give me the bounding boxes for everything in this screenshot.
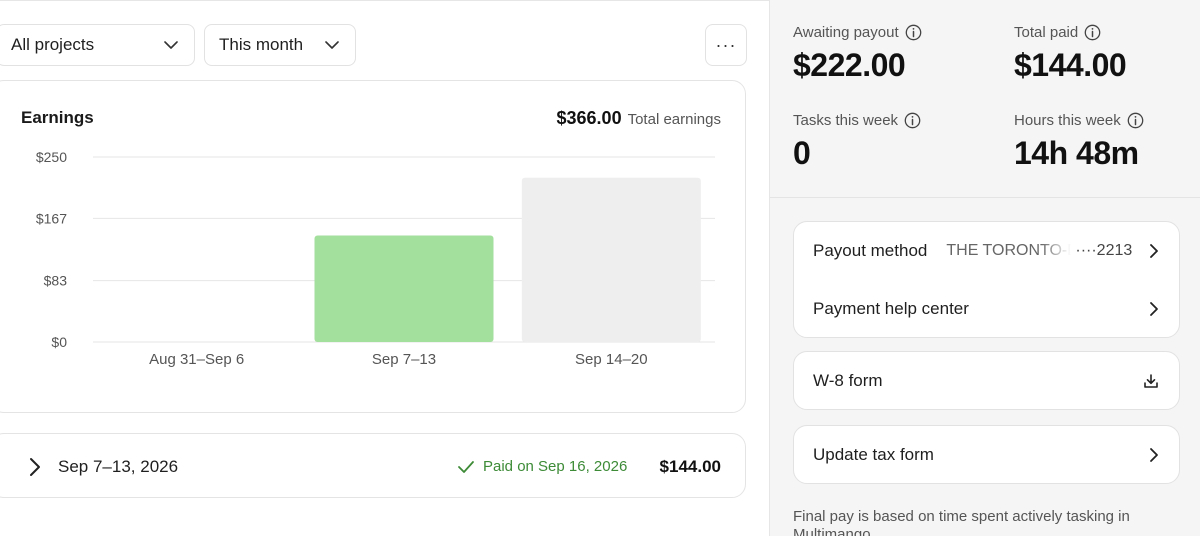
update-tax-form-label: Update tax form	[813, 445, 934, 464]
w8-form-row[interactable]: W-8 form	[794, 352, 1179, 410]
w8-form-card[interactable]: W-8 form	[793, 351, 1180, 410]
chevron-down-icon	[164, 41, 178, 49]
stat-label: Awaiting payout	[793, 24, 899, 41]
x-tick-label: Aug 31–Sep 6	[149, 351, 244, 368]
stat-awaiting-payout: Awaiting payout $222.00	[793, 24, 922, 84]
stat-value: $222.00	[793, 47, 906, 83]
chevron-right-icon	[1150, 302, 1158, 316]
payout-account-mask: ····2213	[1075, 242, 1133, 259]
stat-tasks-this-week: Tasks this week 0	[793, 112, 921, 172]
stat-total-paid: Total paid $144.00	[1014, 24, 1127, 84]
earnings-page: All projects This month ··· Earnings $36…	[0, 0, 1200, 536]
payment-help-center-label: Payment help center	[813, 299, 969, 318]
pay-footnote: Final pay is based on time spent activel…	[793, 508, 1130, 536]
earnings-card: Earnings $366.00 Total earnings $0 $83 $16…	[0, 80, 746, 413]
more-options-button[interactable]: ···	[705, 24, 747, 66]
earnings-bar-chart: $0 $83 $167 $250 Aug 31–Sep 6 Sep 7–13 Sep 14–…	[36, 149, 715, 368]
stat-hours-this-week: Hours this week 14h 48m	[1014, 112, 1144, 172]
download-icon	[1144, 374, 1158, 388]
payout-bank-name: THE TORONTO-DOMINION	[946, 242, 1072, 260]
payout-card: Payout method THE TORONTO-DOMINION ····2…	[793, 221, 1180, 338]
x-tick-label: Sep 14–20	[575, 351, 648, 368]
chevron-right-icon[interactable]	[29, 457, 41, 477]
info-icon[interactable]	[1084, 24, 1101, 41]
stat-value: 14h 48m	[1014, 135, 1139, 171]
summary-panel: Awaiting payout $222.00 Total paid $144.…	[769, 0, 1200, 536]
stat-label: Total paid	[1014, 24, 1079, 41]
update-tax-form-card[interactable]: Update tax form	[793, 425, 1180, 484]
y-tick-label: $250	[36, 149, 67, 165]
y-tick-label: $83	[44, 273, 68, 289]
date-range-dropdown[interactable]: This month	[204, 24, 356, 66]
main-panel: All projects This month ··· Earnings $36…	[0, 0, 770, 536]
summary-divider	[770, 197, 1200, 198]
info-icon[interactable]	[904, 112, 921, 129]
y-tick-label: $0	[51, 334, 67, 350]
chevron-right-icon	[1150, 244, 1158, 258]
payment-status-text: Paid on Sep 16, 2026	[483, 458, 628, 475]
project-filter-dropdown[interactable]: All projects	[0, 24, 195, 66]
stat-label: Tasks this week	[793, 112, 899, 129]
payment-row[interactable]: Sep 7–13, 2026 Paid on Sep 16, 2026 $144…	[0, 433, 746, 498]
payment-period: Sep 7–13, 2026	[58, 457, 179, 476]
y-tick-label: $167	[36, 210, 67, 226]
check-icon	[458, 460, 474, 473]
project-filter-value: All projects	[11, 35, 95, 54]
chevron-down-icon	[325, 41, 339, 49]
payment-amount: $144.00	[659, 457, 721, 476]
bar	[314, 235, 494, 342]
chevron-right-icon	[1150, 448, 1158, 462]
x-tick-label: Sep 7–13	[372, 351, 436, 368]
stat-value: $144.00	[1014, 47, 1127, 83]
more-icon: ···	[715, 34, 737, 55]
payment-status: Paid on Sep 16, 2026	[457, 458, 627, 475]
info-icon[interactable]	[1127, 112, 1144, 129]
bar	[521, 177, 701, 342]
w8-form-label: W-8 form	[813, 371, 883, 390]
stat-value: 0	[793, 135, 811, 171]
payout-method-label: Payout method	[813, 241, 928, 260]
update-tax-form-row[interactable]: Update tax form	[794, 426, 1179, 484]
stat-label: Hours this week	[1014, 112, 1121, 129]
payout-method-row[interactable]: Payout method THE TORONTO-DOMINION ····2…	[794, 222, 1179, 280]
info-icon[interactable]	[905, 24, 922, 41]
payment-help-center-row[interactable]: Payment help center	[794, 280, 1179, 338]
date-range-value: This month	[219, 35, 304, 54]
